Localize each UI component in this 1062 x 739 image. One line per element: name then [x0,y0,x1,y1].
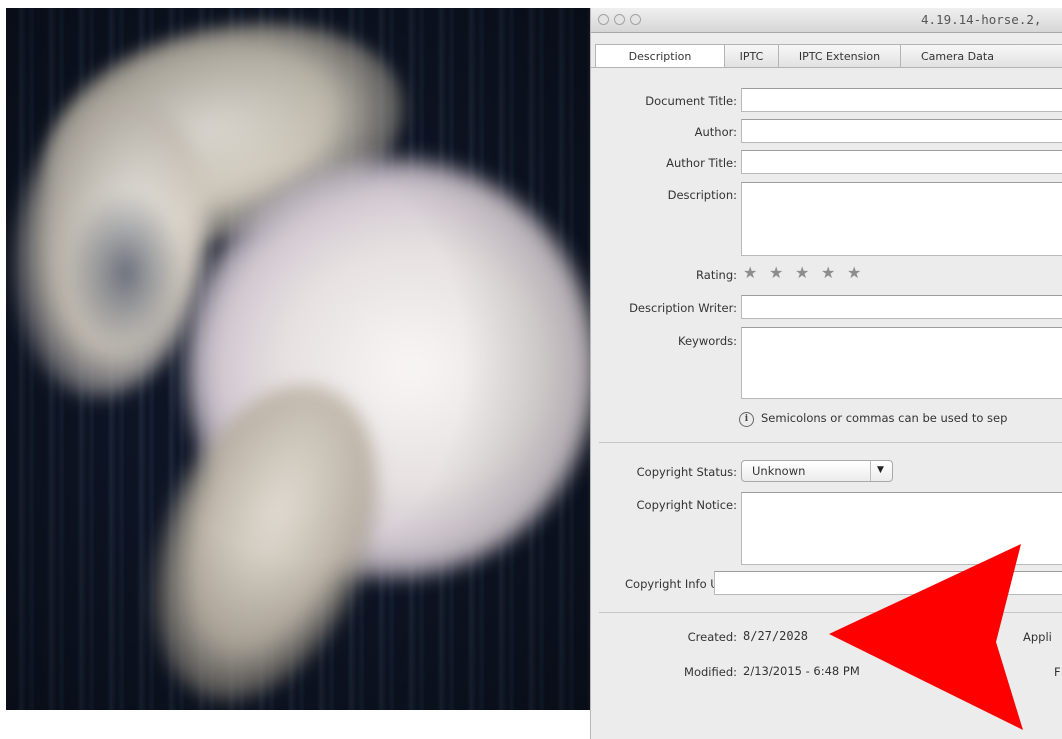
arrow-head [829,544,1023,730]
red-arrow-annotation [829,544,1023,730]
horse-photo [6,8,590,710]
file-info-dialog: 4.19.14-horse.2, Description IPTC IPTC E… [590,8,1062,739]
horse-shadow [66,188,186,358]
